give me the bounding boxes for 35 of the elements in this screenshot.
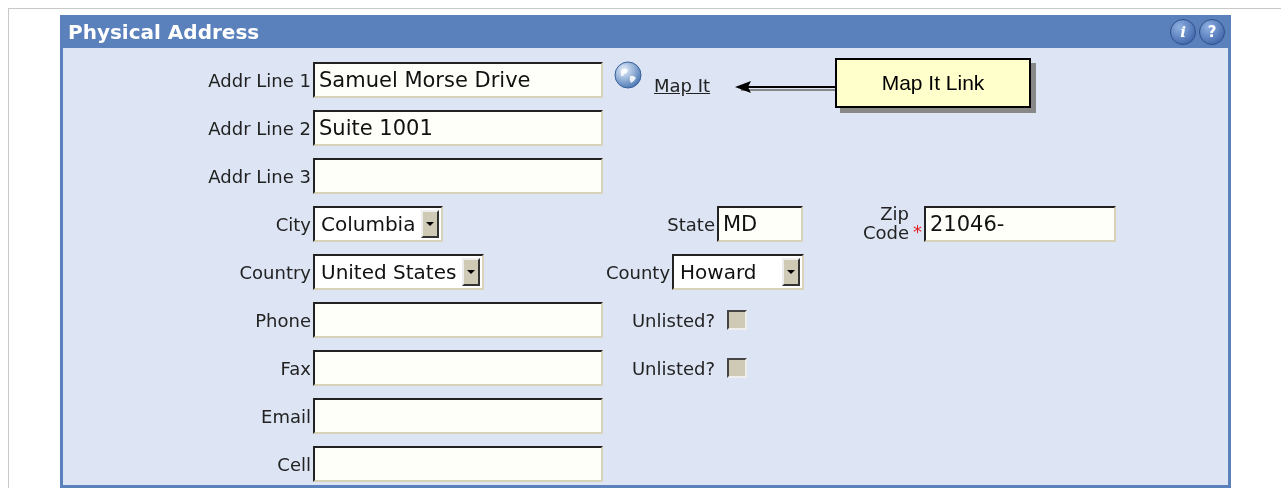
- dropdown[interactable]: United States: [313, 254, 485, 290]
- input-field[interactable]: [313, 350, 603, 386]
- input-field[interactable]: 21046-: [924, 206, 1116, 242]
- input-field[interactable]: [313, 398, 603, 434]
- field-label: Unlisted?: [631, 309, 715, 331]
- field-label: Addr Line 3: [208, 165, 311, 187]
- input-field[interactable]: [313, 446, 603, 482]
- panel-title: Physical Address: [68, 19, 260, 44]
- dropdown[interactable]: Columbia: [313, 206, 444, 242]
- field-label: Addr Line 1: [208, 69, 311, 91]
- checkbox[interactable]: [727, 358, 747, 378]
- field-label: Fax: [280, 357, 311, 379]
- required-mark: *: [913, 220, 922, 242]
- input-field[interactable]: Samuel Morse Drive: [313, 62, 603, 98]
- dropdown[interactable]: Howard: [672, 254, 804, 290]
- caret-icon: [782, 258, 800, 286]
- field-label: City: [275, 213, 311, 235]
- field-label: Phone: [255, 309, 311, 331]
- input-field[interactable]: MD: [717, 206, 803, 242]
- globe-icon: [614, 61, 642, 89]
- map-it-link[interactable]: Map It: [654, 74, 711, 96]
- caret-icon: [421, 210, 440, 238]
- field-label: County: [605, 261, 671, 283]
- input-field[interactable]: [313, 158, 603, 194]
- field-label: Email: [261, 405, 311, 427]
- caret-icon: [462, 258, 481, 286]
- field-label: Unlisted?: [631, 357, 715, 379]
- input-field[interactable]: [313, 302, 603, 338]
- field-label: Addr Line 2: [208, 117, 311, 139]
- field-label: Cell: [277, 453, 311, 475]
- field-label: State: [667, 213, 715, 235]
- input-field[interactable]: Suite 1001: [313, 110, 603, 146]
- checkbox[interactable]: [727, 310, 747, 330]
- field-label: Country: [239, 261, 311, 283]
- field-label: Zip Code: [861, 205, 909, 243]
